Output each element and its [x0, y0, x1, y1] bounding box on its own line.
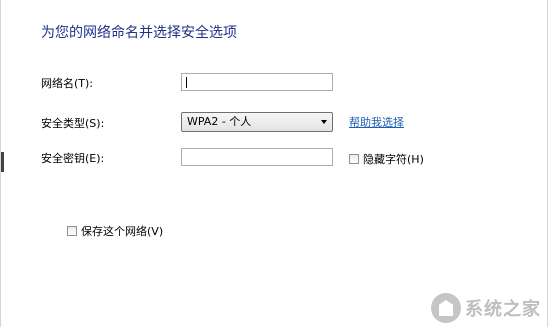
window-edge-marker — [1, 152, 4, 172]
network-name-input[interactable] — [181, 73, 333, 91]
help-me-choose-link[interactable]: 帮助我选择 — [349, 114, 404, 130]
hide-characters-option[interactable]: 隐藏字符(H) — [349, 151, 424, 167]
security-type-selected-value: WPA2 - 个人 — [187, 115, 252, 128]
security-type-select[interactable]: WPA2 - 个人 — [181, 112, 333, 132]
text-caret — [186, 77, 187, 88]
save-network-checkbox[interactable] — [67, 226, 77, 236]
house-logo-icon — [431, 293, 461, 323]
security-key-input[interactable] — [181, 148, 333, 166]
hide-characters-label: 隐藏字符(H) — [363, 153, 424, 166]
watermark-text: 系统之家 — [465, 299, 541, 320]
network-name-label: 网络名(T): — [41, 77, 94, 90]
network-setup-dialog: 为您的网络命名并选择安全选项 网络名(T): 安全类型(S): WPA2 - 个… — [0, 0, 548, 327]
page-title: 为您的网络命名并选择安全选项 — [41, 25, 237, 41]
save-network-option[interactable]: 保存这个网络(V) — [67, 223, 163, 239]
hide-characters-checkbox[interactable] — [349, 154, 359, 164]
security-key-label: 安全密钥(E): — [41, 152, 105, 165]
dropdown-arrow-icon — [321, 120, 327, 124]
security-type-label: 安全类型(S): — [41, 117, 105, 130]
site-watermark: 系统之家 — [431, 293, 541, 323]
save-network-label: 保存这个网络(V) — [81, 225, 164, 238]
